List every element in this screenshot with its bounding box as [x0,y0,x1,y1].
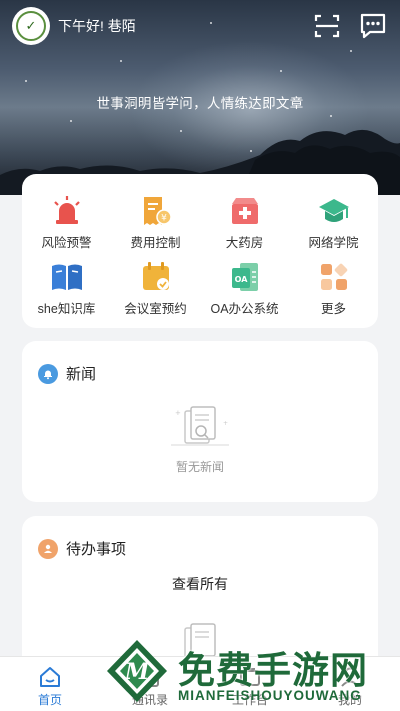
svg-text:¥: ¥ [161,214,167,224]
menu-label: OA办公系统 [210,302,279,316]
menu-item-oa-system[interactable]: OA OA办公系统 [200,260,289,317]
menu-label: 会议室预约 [124,302,187,316]
menu-item-expense-control[interactable]: ¥ 费用控制 [111,194,200,251]
watermark-logo: M [107,640,167,702]
view-all-link[interactable]: 查看所有 [22,574,378,594]
todo-title: 待办事项 [66,541,127,558]
menu-label: 大药房 [225,236,264,250]
news-title: 新闻 [66,366,97,383]
bell-icon [38,363,58,384]
app-menu-card: 风险预警 ¥ 费用控制 大药房 网络学院 she知识库 会议室预约 OA OA办… [22,174,378,328]
menu-item-network-academy[interactable]: 网络学院 [289,194,378,251]
watermark-title: 免费手游网 [178,650,368,691]
receipt-icon: ¥ [143,197,172,225]
menu-item-meeting-room[interactable]: 会议室预约 [111,260,200,317]
todo-header[interactable]: 待办事项 [38,538,126,559]
logo-icon: ✓ [16,11,46,41]
empty-document-icon: + + [171,406,229,446]
menu-label: 风险预警 [41,236,92,250]
avatar[interactable]: ✓ [12,7,50,45]
svg-text:+: + [175,409,181,417]
menu-item-knowledge-base[interactable]: she知识库 [22,260,111,317]
calendar-icon [142,262,169,290]
news-card: 新闻 + + 暂无新闻 [22,341,378,502]
graduation-cap-icon [318,199,349,222]
oa-doc-icon: OA [231,263,258,291]
message-icon[interactable] [358,11,388,41]
menu-label: 网络学院 [308,236,359,250]
watermark-subtitle: MIANFEISHOUYOUWANG [178,688,362,703]
menu-item-risk-warning[interactable]: 风险预警 [22,194,111,251]
menu-label: she知识库 [37,302,96,316]
book-icon [51,264,82,290]
news-header[interactable]: 新闻 [38,363,96,384]
top-bar: ✓ 下午好! 巷陌 [0,0,400,52]
home-icon [40,667,60,687]
svg-text:+: + [223,420,228,427]
menu-item-more[interactable]: 更多 [289,260,378,317]
news-empty-text: 暂无新闻 [175,460,224,474]
motto-text: 世事洞明皆学问，人情练达即文章 [96,96,304,111]
svg-text:OA: OA [234,275,248,284]
task-icon [38,538,58,559]
scan-icon[interactable] [313,12,341,40]
menu-label: 更多 [320,302,346,316]
pharmacy-icon [231,198,258,224]
tab-home[interactable]: 首页 [0,657,100,711]
menu-item-pharmacy[interactable]: 大药房 [200,194,289,251]
grid-more-icon [320,263,347,290]
alarm-icon [53,196,80,224]
svg-text:M: M [124,659,150,685]
tab-label: 首页 [37,693,62,707]
menu-label: 费用控制 [130,236,181,250]
greeting-text: 下午好! 巷陌 [58,18,136,34]
